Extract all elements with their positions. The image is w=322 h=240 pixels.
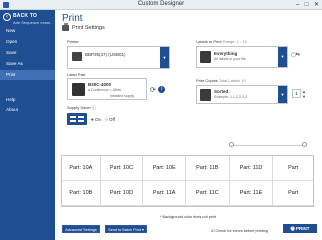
print-button-label: PRINT: [296, 226, 310, 231]
collation-sub: Example: 1,1,2,2,3,3: [214, 95, 247, 99]
print-settings-label: Print Settings: [72, 25, 105, 31]
label-part-label: Label Part: [67, 72, 86, 77]
sidebar-item-print[interactable]: Print: [0, 70, 55, 80]
supply-saver-label: Supply Saver: [67, 105, 91, 110]
back-label: BACK TO: [13, 13, 38, 19]
tile: Part: 11B: [186, 156, 230, 181]
collation-value: Sorted: [214, 89, 229, 94]
tile: Part: 11A: [143, 181, 186, 206]
sidebar-item-about[interactable]: About: [0, 105, 55, 115]
info-icon[interactable]: i: [158, 86, 165, 93]
printer-label: Printer: [67, 39, 79, 44]
tile: Part: 10A: [62, 156, 101, 181]
label-part-options: ● Continuous ○ Allow: [88, 88, 122, 92]
preview-handle-left[interactable]: [229, 142, 234, 147]
chevron-down-icon: ▼: [278, 47, 287, 67]
supply-saver-info-icon[interactable]: ⓘ: [92, 105, 96, 110]
label-part-opt2: Allow: [112, 88, 122, 92]
installed-supply: Installed supply: [110, 94, 135, 98]
labels-to-print-label: Labels to Print: [196, 39, 222, 44]
labels-to-print-range: Range: 1 - 10: [222, 39, 247, 44]
collation-thumbnail-icon: [200, 89, 211, 101]
print-copies-label: Print Copies: [196, 78, 218, 83]
print-copies-label-wrap: Print Copies Total Labels 10: [196, 78, 246, 83]
minimize-button[interactable]: –: [293, 1, 302, 9]
print-copies-total: Total Labels 10: [218, 78, 246, 83]
back-sub-label: Ade Sequence exam...: [13, 20, 54, 25]
check-errors-checkbox[interactable]: ☑ Check for errors before printing: [211, 228, 268, 233]
label-part-code: B30C-4000: [88, 82, 112, 87]
sidebar-item-new[interactable]: New: [0, 26, 55, 36]
labels-thumbnail-icon: [200, 51, 211, 63]
print-button[interactable]: 🖶 PRINT: [283, 224, 317, 233]
tile-row-2: Part: 10B Part: 10D Part: 11A Part: 11C …: [62, 181, 313, 206]
maximize-button[interactable]: □: [302, 1, 311, 9]
supply-saver-on[interactable]: ● On: [91, 117, 101, 122]
tile: Part: 11C: [186, 181, 230, 206]
tile: Part: 10D: [100, 181, 144, 206]
sidebar-item-help[interactable]: Help: [0, 95, 55, 105]
tile: Part: [273, 181, 313, 206]
sidebar-item-open[interactable]: Open: [0, 37, 55, 47]
chevron-down-icon: ▼: [160, 47, 169, 68]
label-part-opt1: Continuous: [91, 88, 109, 92]
advanced-settings-button[interactable]: Advanced Settings: [62, 225, 100, 233]
labels-to-print-value: Everything: [214, 51, 238, 56]
range-edit-icon[interactable]: ▢⇆: [291, 52, 300, 58]
copies-count-input[interactable]: 1: [292, 89, 301, 98]
supply-saver-off-label: Off: [108, 117, 115, 122]
tile: Part: 10E: [143, 156, 186, 181]
title-bar: Custom Designer – □ ✕: [0, 0, 322, 10]
tile: Part: 11D: [229, 156, 274, 181]
tile-row-1: Part: 10A Part: 10C Part: 10E Part: 11B …: [62, 156, 313, 181]
preview-handle-right[interactable]: [302, 142, 307, 147]
back-arrow-icon: ‹: [3, 13, 11, 21]
supply-saver-grid-icon: [67, 113, 87, 125]
labels-to-print-label-wrap: Labels to Print Range: 1 - 10: [196, 39, 247, 44]
tile: Part: [273, 156, 313, 181]
preview-slider-track: [231, 145, 305, 146]
label-part-box[interactable]: B30C-4000 ● Continuous ○ Allow Installed…: [67, 78, 147, 100]
sidebar-item-save[interactable]: Save: [0, 48, 55, 58]
printer-value: BBP35(37) (USB01): [85, 52, 126, 57]
supply-saver-label-wrap: Supply Saver ⓘ: [67, 105, 96, 111]
main-panel: Print Print Settings Printer BBP35(37) (…: [55, 10, 322, 240]
window-title: Custom Designer: [137, 1, 185, 7]
collation-dropdown[interactable]: Sorted Example: 1,1,2,2,3,3 ▼: [196, 85, 288, 104]
tile: Part: 10C: [100, 156, 144, 181]
send-to-batch-print-button[interactable]: Send to Batch Print ▾: [105, 225, 147, 233]
label-preview-grid: Part: 10A Part: 10C Part: 10E Part: 11B …: [61, 155, 314, 207]
labels-to-print-sub: All labels in your file: [214, 57, 246, 61]
printer-icon: [62, 23, 69, 31]
tile: Part: 10B: [62, 181, 101, 206]
chevron-down-icon: ▼: [278, 86, 287, 103]
supply-saver-off[interactable]: ○ Off: [105, 117, 115, 122]
printer-thumbnail-icon: [72, 52, 82, 61]
label-part-thumbnail-icon: [72, 83, 85, 96]
tile: Part: 11E: [229, 181, 274, 206]
background-note: * Background color does not print: [160, 215, 217, 219]
labels-to-print-dropdown[interactable]: Everything All labels in your file ▼: [196, 46, 288, 68]
print-settings-heading: Print Settings: [62, 23, 105, 31]
printer-dropdown[interactable]: BBP35(37) (USB01) ▼: [67, 46, 170, 69]
sidebar-item-save-as[interactable]: Save As: [0, 59, 55, 69]
check-errors-label: Check for errors before printing: [215, 229, 269, 233]
copies-stepper-icon[interactable]: ▲ ▼: [302, 89, 306, 99]
close-button[interactable]: ✕: [312, 1, 321, 9]
sidebar: ‹ BACK TO Ade Sequence exam... New Open …: [0, 10, 55, 240]
supply-saver-on-label: On: [94, 117, 101, 122]
refresh-icon[interactable]: ⟳: [150, 86, 156, 94]
